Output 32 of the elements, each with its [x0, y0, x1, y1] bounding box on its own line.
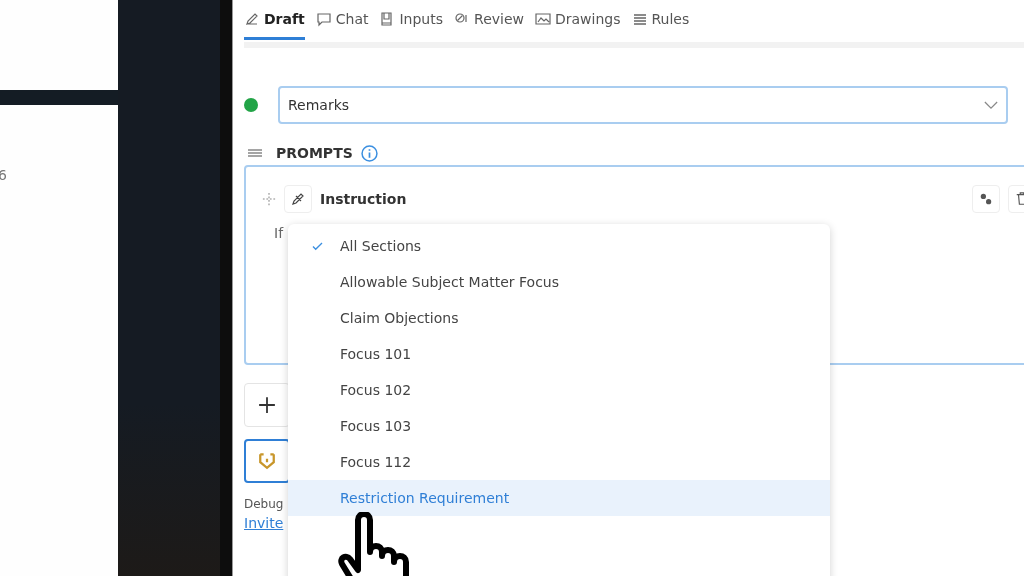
- menu-item[interactable]: Restriction Requirement: [288, 480, 830, 516]
- info-icon[interactable]: [360, 144, 378, 162]
- section-title: PROMPTS: [276, 145, 353, 161]
- tab[interactable]: Rules: [631, 0, 690, 40]
- tab[interactable]: Drawings: [535, 0, 621, 40]
- image-icon: [535, 10, 551, 27]
- menu-item[interactable]: Focus 101: [288, 336, 830, 372]
- pen-icon: [290, 191, 306, 207]
- chat-icon: [315, 10, 332, 27]
- plus-icon: [258, 396, 276, 414]
- tab[interactable]: Review: [454, 0, 524, 40]
- section-select[interactable]: Remarks: [278, 86, 1008, 124]
- menu-item[interactable]: Allowable Subject Matter Focus: [288, 264, 830, 300]
- menu-item[interactable]: All Sections: [288, 228, 830, 264]
- prompt-text: If: [274, 225, 285, 241]
- debug-label: Debug: [244, 497, 284, 511]
- status-dot: [244, 98, 258, 112]
- edit-button[interactable]: [284, 185, 312, 213]
- tab[interactable]: Chat: [315, 0, 369, 40]
- chevron-down-icon: [984, 100, 998, 110]
- menu-item[interactable]: Claim Objections: [288, 300, 830, 336]
- tab[interactable]: Inputs: [379, 0, 444, 40]
- menu-item[interactable]: Focus 102: [288, 372, 830, 408]
- shield-icon: [258, 452, 276, 470]
- menu-item[interactable]: Focus 103: [288, 408, 830, 444]
- invite-link[interactable]: Invite: [244, 515, 284, 531]
- drag-handle-icon[interactable]: [248, 148, 262, 158]
- shield-button[interactable]: [244, 439, 290, 483]
- settings-button[interactable]: [972, 185, 1000, 213]
- menu-item[interactable]: Focus 112: [288, 444, 830, 480]
- add-button[interactable]: [244, 383, 290, 427]
- prompt-title: Instruction: [320, 191, 407, 207]
